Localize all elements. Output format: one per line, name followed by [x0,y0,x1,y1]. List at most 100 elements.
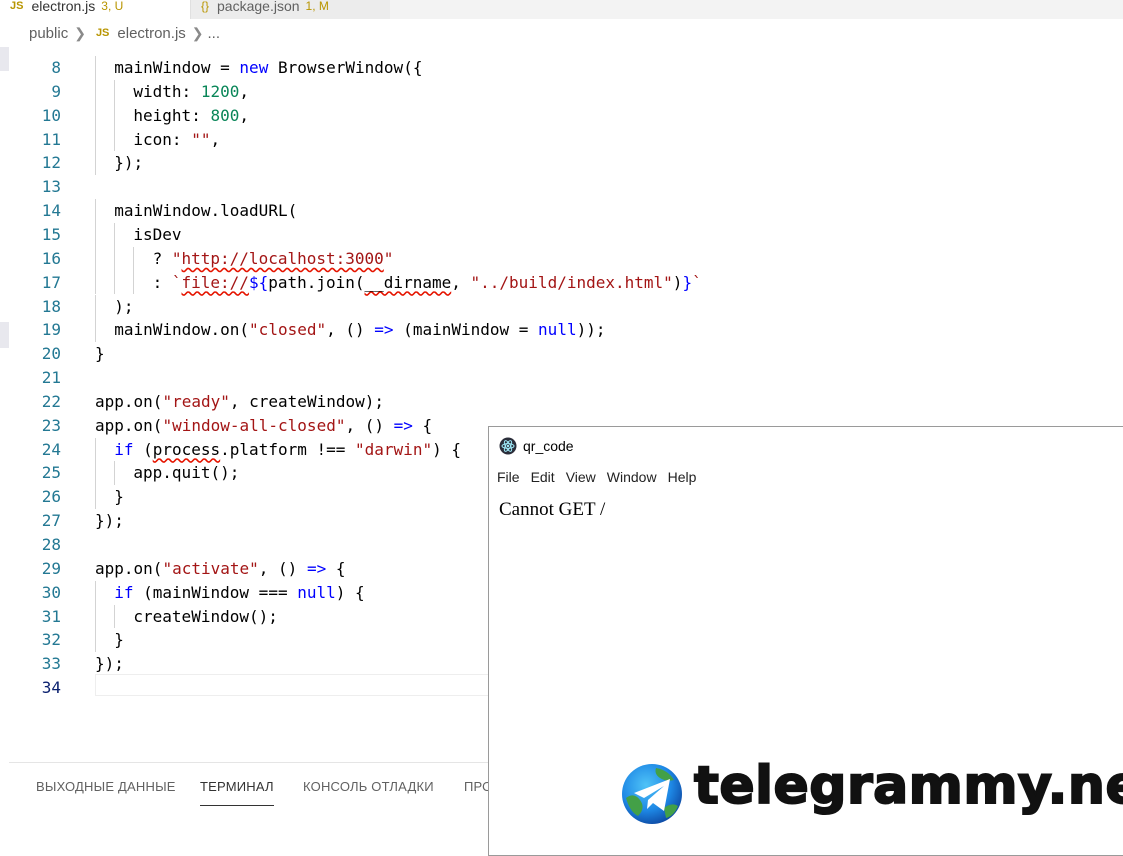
code-text: app.on("window-all-closed", () => { [95,415,433,435]
code-text: ); [114,296,134,316]
chevron-right-icon: ❯ [74,24,86,41]
line-number: 8 [51,58,61,77]
line-number: 14 [41,201,61,221]
indent-guide [95,318,96,343]
code-line: 9 width: 1200, [9,79,489,104]
indent-guide [95,127,96,152]
indent-guide [95,103,96,128]
tab-label: electron.js [31,0,96,14]
code-text: } [114,630,124,650]
telegram-globe-icon [622,764,682,824]
activity-indicator [0,322,9,348]
code-text: }); [95,511,124,531]
line-number: 12 [41,153,61,173]
code-text: if (mainWindow === null) { [114,582,365,602]
line-number: 27 [41,511,61,531]
code-line: 8 mainWindow = new BrowserWindow({ [9,56,489,80]
indent-guide [95,270,96,295]
menu-file[interactable]: File [497,469,520,485]
line-number: 20 [41,344,61,364]
code-line: 25 app.quit(); [9,461,489,486]
js-file-icon: JS [10,0,24,12]
line-number: 34 [41,678,61,698]
bottom-panel: ВЫХОДНЫЕ ДАННЫЕ ТЕРМИНАЛ КОНСОЛЬ ОТЛАДКИ… [9,762,492,855]
menu-edit[interactable]: Edit [531,469,555,485]
app-title: qr_code [523,438,574,454]
indent-guide [95,628,96,653]
breadcrumb: public ❯ JS electron.js ❯ ... [0,19,1123,47]
line-number: 28 [41,535,61,554]
indent-guide [95,580,96,605]
panel-tab-terminal-label: ТЕРМИНАЛ [200,779,274,794]
indent-guide [114,461,116,486]
code-text: if (process.platform !== "darwin") { [114,439,461,459]
code-text: }); [95,654,124,674]
json-file-icon: {} [201,0,210,13]
line-number: 9 [51,81,61,101]
code-text: mainWindow.on("closed", () => (mainWindo… [114,320,606,340]
indent-guide [114,270,116,295]
tab-package-json[interactable]: {} package.json 1, M [190,0,390,19]
code-text: mainWindow.loadURL( [114,201,298,221]
code-text: } [114,487,124,507]
code-line: 15 isDev [9,222,489,247]
current-line-highlight [95,674,493,696]
code-text: app.on("activate", () => { [95,558,346,578]
indent-guide [114,127,116,152]
app-menu-bar: File Edit View Window Help [489,465,699,489]
line-number: 25 [41,463,61,483]
tab-electron-js[interactable]: JS electron.js 3, U [0,0,190,19]
indent-guide [95,604,96,629]
partial-code-line: function createWindow() { [95,47,395,53]
tab-label: package.json [217,0,300,14]
indent-guide [133,246,135,271]
indent-guide [114,604,116,629]
menu-help[interactable]: Help [668,469,697,485]
code-text: mainWindow = new BrowserWindow({ [114,58,423,77]
code-line: 16 ? "http://localhost:3000" [9,246,489,271]
line-number: 26 [41,487,61,507]
panel-tab-output[interactable]: ВЫХОДНЫЕ ДАННЫЕ [36,779,176,794]
code-line: 21 [9,366,489,390]
code-line: 32} [9,628,489,653]
panel-tab-terminal[interactable]: ТЕРМИНАЛ [200,779,274,806]
tab-status: 3, U [101,0,124,13]
indent-guide [133,270,135,295]
code-line: 22 app.on("ready", createWindow); [9,390,489,414]
code-line: 19 mainWindow.on("closed", () => (mainWin… [9,318,605,343]
indent-guide [95,79,96,104]
code-line: 27}); [9,509,489,533]
line-number: 29 [41,558,61,578]
code-line: 20} [9,342,489,366]
menu-view[interactable]: View [566,469,596,485]
menu-window[interactable]: Window [607,469,657,485]
code-line: 31 createWindow(); [9,604,489,629]
code-text: createWindow(); [133,606,278,626]
breadcrumb-file[interactable]: electron.js [117,25,185,42]
code-text: width: 1200, [133,81,249,101]
code-line: 13 [9,175,489,199]
code-line: 14 mainWindow.loadURL( [9,199,489,223]
line-number: 18 [41,296,61,316]
panel-tab-debug-console[interactable]: КОНСОЛЬ ОТЛАДКИ [303,779,434,794]
activity-indicator [0,47,9,71]
line-number: 16 [41,248,61,268]
line-number: 22 [41,391,61,411]
editor-tab-strip: JS electron.js 3, U {} package.json 1, M [0,0,1123,19]
indent-guide [95,294,96,319]
js-file-icon: JS [95,27,110,39]
code-text: : `file://${path.join(__dirname, "../bui… [152,272,702,292]
chevron-right-icon: ❯ [191,24,204,41]
line-number: 19 [41,320,61,340]
code-line: 10 height: 800, [9,103,489,128]
code-line: 11 icon: "", [9,127,489,152]
code-line: 24 if (process.platform !== "darwin") { [9,437,489,462]
line-number: 11 [41,129,61,149]
line-number: 13 [41,177,61,197]
indent-guide [95,485,96,510]
code-line: 12}); [9,151,489,176]
app-title-bar[interactable]: qr_code [489,427,1123,465]
code-text: app.quit(); [133,463,240,483]
breadcrumb-folder[interactable]: public [29,25,68,42]
breadcrumb-more[interactable]: ... [208,25,221,42]
